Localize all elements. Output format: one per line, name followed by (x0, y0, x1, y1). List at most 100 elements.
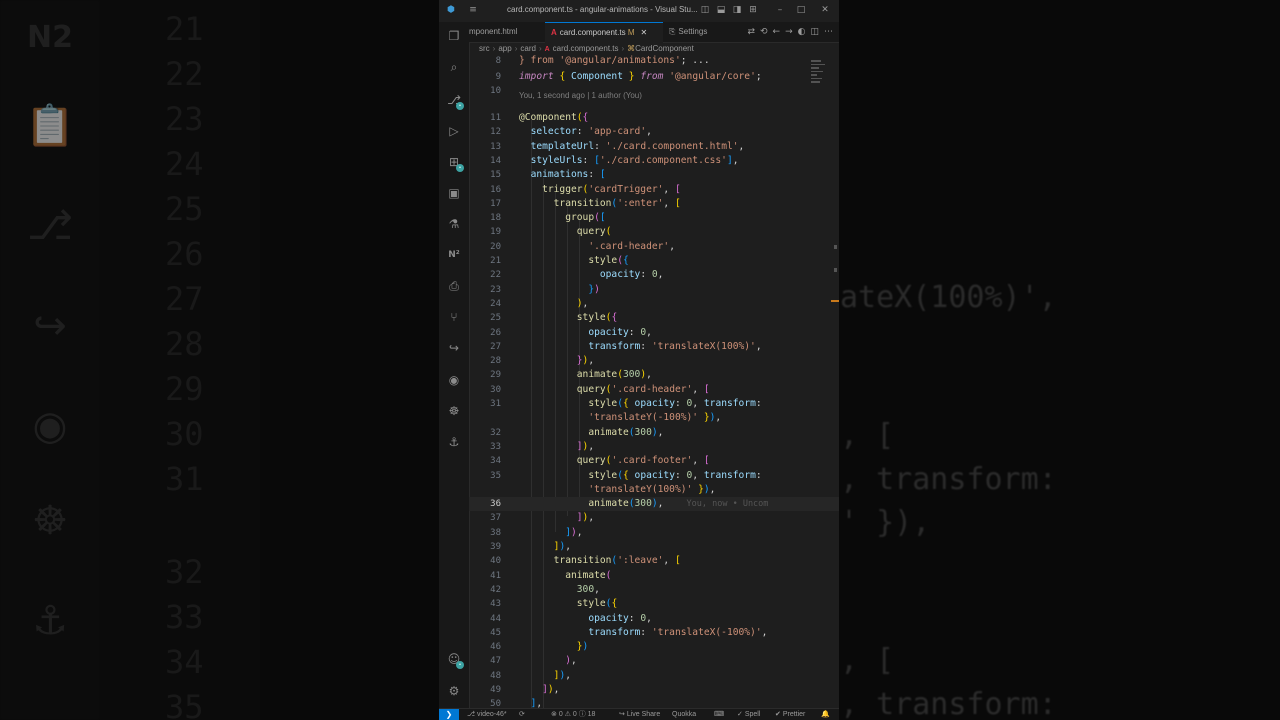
code-line[interactable]: 22 opacity: 0, (469, 268, 839, 282)
toggle-secondary-sidebar-icon[interactable]: ◨ (731, 4, 743, 16)
code-line[interactable]: 33 ]), (469, 440, 839, 454)
breadcrumb-item[interactable]: card.component.ts (553, 44, 619, 53)
spell-status[interactable]: ✓ Spell (737, 709, 760, 720)
code-line[interactable]: 40 transition(':leave', [ (469, 554, 839, 568)
code-line[interactable]: 27 transform: 'translateX(100%)', (469, 340, 839, 354)
clipboard-icon[interactable]: ⎙ (446, 278, 462, 294)
revert-icon[interactable]: ⟲ (760, 27, 768, 37)
docker-icon[interactable]: ⚓ (446, 434, 462, 450)
code-line[interactable]: 29 animate(300), (469, 368, 839, 382)
code-line[interactable]: 'translateY(100%)' }), (469, 483, 839, 497)
minimize-icon[interactable]: – (774, 4, 786, 16)
code-line[interactable]: 19 query( (469, 225, 839, 239)
code-line[interactable]: 'translateY(-100%)' }), (469, 411, 839, 425)
breadcrumb-item[interactable]: card (520, 44, 536, 53)
more-actions-icon[interactable]: ⋯ (824, 27, 833, 37)
tab-card-component-ts[interactable]: Acard.component.ts M ✕ (545, 22, 663, 43)
customize-layout-icon[interactable]: ⊞ (747, 4, 759, 16)
code-line[interactable]: 36 animate(300), You, now • Uncom (469, 497, 839, 512)
breadcrumb-item[interactable]: CardComponent (635, 44, 694, 53)
code-line[interactable]: 47 ), (469, 654, 839, 668)
toggle-sidebar-icon[interactable]: ◫ (699, 4, 711, 16)
code-line[interactable]: 37 ]), (469, 511, 839, 525)
code-line[interactable]: 32 animate(300), (469, 426, 839, 440)
code-line[interactable]: 12 selector: 'app-card', (469, 125, 839, 139)
code-line[interactable]: 8} from '@angular/animations'; ... (469, 54, 839, 68)
manage-gear-icon[interactable]: ⚙ (446, 683, 462, 699)
notifications-icon[interactable]: 🔔 (821, 709, 830, 720)
git-graph-icon[interactable]: ⑂ (446, 309, 462, 325)
explorer-icon[interactable]: ❐ (446, 28, 462, 44)
code-line[interactable]: 42 300, (469, 583, 839, 597)
code-line[interactable]: 15 animations: [ (469, 168, 839, 182)
inline-blame-ghost: You, now • Uncom (686, 499, 769, 510)
toggle-panel-icon[interactable]: ⬓ (715, 4, 727, 16)
tab-card-component-html[interactable]: mponent.html (469, 22, 545, 42)
code-line[interactable]: 49 ]), (469, 683, 839, 697)
compare-icon[interactable]: ⇄ (747, 27, 755, 37)
sync-icon[interactable]: ⟳ (519, 709, 525, 720)
code-line[interactable]: 18 group([ (469, 211, 839, 225)
maximize-icon[interactable]: □ (795, 4, 807, 16)
tab-settings[interactable]: ⎘ Settings (665, 22, 729, 42)
menu-icon[interactable]: ≡ (467, 4, 479, 16)
close-icon[interactable]: ✕ (819, 4, 831, 16)
layout-icon[interactable]: ⌨ (714, 709, 724, 720)
code-line[interactable]: 35 style({ opacity: 0, transform: (469, 469, 839, 483)
code-line[interactable]: 13 templateUrl: './card.component.html', (469, 140, 839, 154)
github-icon[interactable]: ◉ (446, 372, 462, 388)
code-line[interactable]: 28 }), (469, 354, 839, 368)
next-change-icon[interactable]: → (785, 27, 793, 37)
live-share-status[interactable]: ↪ Live Share (619, 709, 660, 720)
code-text: transition(':enter', [ (553, 197, 681, 209)
problems-status[interactable]: ⊗ 0 ⚠ 0 ⓘ 18 (551, 709, 595, 720)
code-line[interactable]: 9 import { Component } from '@angular/cor… (469, 70, 839, 84)
code-line[interactable]: 10 (469, 84, 839, 98)
code-line[interactable]: 48 ]), (469, 669, 839, 683)
code-text: style({ (576, 312, 618, 324)
testing-icon[interactable]: ⚗ (446, 216, 462, 232)
code-line[interactable]: 46 }) (469, 640, 839, 654)
code-line[interactable]: 11 @Component({ (469, 111, 839, 125)
prettier-status[interactable]: ✔ Prettier (775, 709, 805, 720)
code-line[interactable]: 14 styleUrls: ['./card.component.css'], (469, 154, 839, 168)
code-line[interactable]: 41 animate( (469, 569, 839, 583)
nx-console-icon[interactable]: N² (446, 247, 462, 263)
code-line[interactable]: 23 }) (469, 283, 839, 297)
code-line[interactable]: 45 transform: 'translateX(-100%)', (469, 626, 839, 640)
extensions-badge: • (456, 164, 464, 172)
class-symbol-icon: ⌘ (627, 44, 636, 53)
code-line[interactable]: 17 transition(':enter', [ (469, 197, 839, 211)
line-number: 12 (490, 127, 501, 138)
tab-close-icon[interactable]: ✕ (641, 28, 648, 37)
remote-indicator-icon[interactable]: ❯ (439, 709, 459, 720)
code-line[interactable]: 20 '.card-header', (469, 240, 839, 254)
code-line[interactable]: 34 query('.card-footer', [ (469, 454, 839, 468)
breadcrumb-item[interactable]: src (479, 44, 490, 53)
remote-explorer-icon[interactable]: ▣ (446, 185, 462, 201)
run-debug-icon[interactable]: ▷ (446, 123, 462, 139)
code-line[interactable]: 30 query('.card-header', [ (469, 383, 839, 397)
breadcrumb-item[interactable]: app (498, 44, 511, 53)
prev-change-icon[interactable]: ← (773, 27, 781, 37)
code-line[interactable]: 39 ]), (469, 540, 839, 554)
split-editor-icon[interactable]: ◫ (810, 27, 819, 37)
code-line[interactable]: 31 style({ opacity: 0, transform: (469, 397, 839, 411)
minimap[interactable] (811, 60, 825, 100)
quokka-status[interactable]: Quokka (672, 709, 696, 720)
code-line[interactable]: 43 style({ (469, 597, 839, 611)
code-line[interactable]: 26 opacity: 0, (469, 326, 839, 340)
live-share-icon[interactable]: ↪ (446, 340, 462, 356)
code-line[interactable]: 16 trigger('cardTrigger', [ (469, 183, 839, 197)
code-line[interactable]: 24 ), (469, 297, 839, 311)
code-line[interactable]: 21 style({ (469, 254, 839, 268)
window-title: card.component.ts - angular-animations -… (507, 5, 698, 14)
search-icon[interactable]: ⌕ (446, 59, 462, 75)
kubernetes-icon[interactable]: ☸ (446, 403, 462, 419)
branch-status[interactable]: ⎇ video-46* (467, 709, 507, 720)
code-editor[interactable]: You, 1 second ago | 1 author (You) 8} fr… (469, 55, 839, 709)
code-line[interactable]: 25 style({ (469, 311, 839, 325)
code-line[interactable]: 38 ]), (469, 526, 839, 540)
timeline-icon[interactable]: ◐ (798, 27, 806, 37)
code-line[interactable]: 44 opacity: 0, (469, 612, 839, 626)
